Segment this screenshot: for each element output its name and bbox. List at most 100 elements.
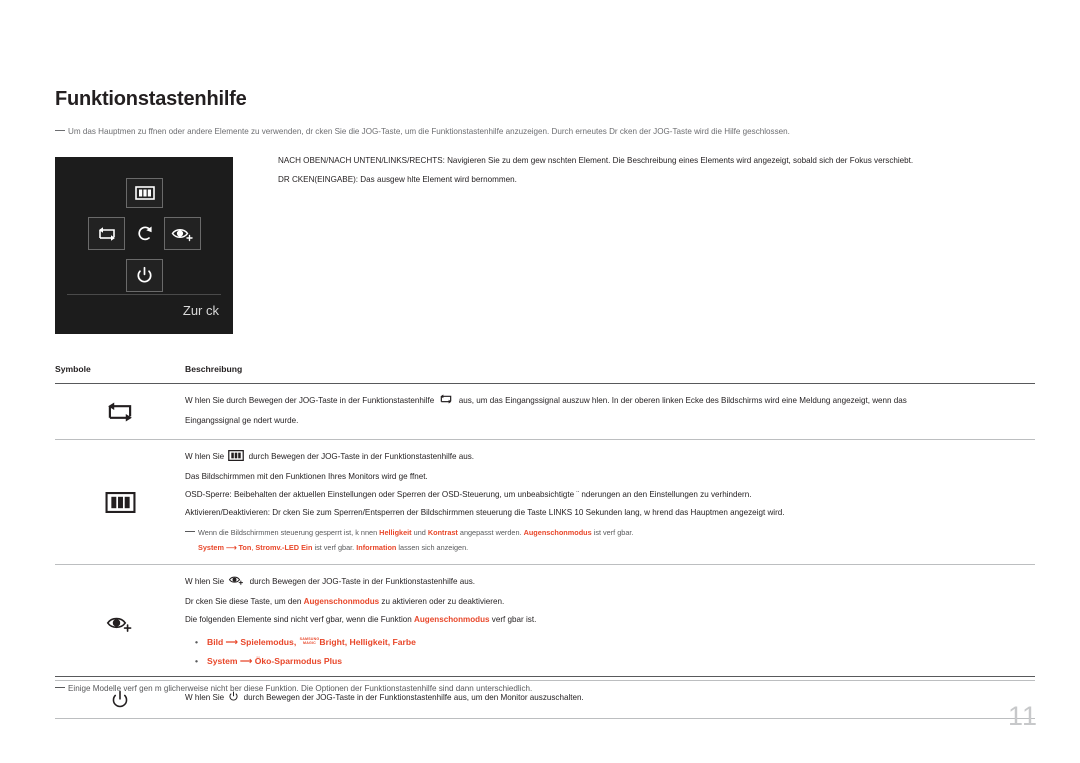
table-row: W hlen Sie durch Bewegen der JOG-Taste i… (55, 384, 1035, 439)
osd-menu-icon (126, 178, 163, 208)
table-row: W hlen Sie durch Bewegen der JOG-Taste i… (55, 565, 1035, 680)
navigation-instructions: NACH OBEN/NACH UNTEN/LINKS/RECHTS: Navig… (278, 151, 1038, 189)
text-fragment: Eingangssignal ge ndert wurde. (185, 416, 299, 425)
text-fragment: Wenn die Bildschirmmen steuerung gesperr… (198, 528, 380, 537)
bullet-item: • System ⟶ Öko-Sparmodus Plus (185, 652, 1035, 671)
lead-note-text: Um das Hauptmen zu ffnen oder andere Ele… (68, 127, 790, 136)
text-fragment: Aktivieren/Deaktivieren: Dr cken Sie zum… (185, 508, 785, 517)
highlight-term: Helligkeit (349, 637, 388, 647)
table-cell-description: W hlen Sie durch Bewegen der JOG-Taste i… (185, 440, 1035, 564)
highlight-term: Spielemodus (240, 637, 294, 647)
highlight-term: Helligkeit (379, 528, 412, 537)
table-cell-symbol (55, 384, 185, 439)
description-line: W hlen Sie durch Bewegen der JOG-Taste i… (185, 448, 1035, 468)
highlight-term: Ton (238, 543, 252, 552)
highlight-term: Augenschonmodus (303, 597, 380, 606)
footer-rule (55, 676, 1035, 677)
samsung-magic-logo: SAMSUNG MAGIC (299, 637, 320, 645)
highlight-term: Stromv.-LED Ein (255, 543, 313, 552)
table-cell-description: W hlen Sie durch Bewegen der JOG-Taste i… (185, 384, 1035, 439)
inline-note-line: Wenn die Bildschirmmen steuerung gesperr… (185, 525, 1035, 540)
text-fragment: lassen sich anzeigen. (396, 543, 469, 552)
highlight-separator: , (293, 637, 299, 647)
highlight-term: Augenschonmodus (523, 528, 592, 537)
footer-note: Einige Modelle verf gen m glicherweise n… (55, 683, 1035, 695)
inline-note-line: System ⟶ Ton, Stromv.-LED Ein ist verf g… (185, 540, 1035, 555)
table-header-description: Beschreibung (185, 364, 243, 374)
description-line: W hlen Sie durch Bewegen der JOG-Taste i… (185, 573, 1035, 593)
description-line: Die folgenden Elemente sind nicht verf g… (185, 611, 1035, 629)
eye-saver-icon (106, 613, 134, 639)
table-header-row: Symbole Beschreibung (55, 364, 1035, 383)
text-fragment: ist verf gbar. (591, 528, 634, 537)
table-cell-description: W hlen Sie durch Bewegen der JOG-Taste i… (185, 565, 1035, 680)
description-line: W hlen Sie durch Bewegen der JOG-Taste i… (185, 392, 1035, 412)
jog-key-cluster (55, 163, 233, 292)
instruction-line-enter: DR CKEN(EINGABE): Das ausgew hlte Elemen… (278, 175, 517, 184)
eye-saver-icon (228, 574, 245, 593)
table-body: W hlen Sie durch Bewegen der JOG-Taste i… (55, 384, 1035, 719)
footer-dash-icon (55, 687, 65, 688)
text-fragment: aus, um das Eingangssignal auszuw hlen. … (456, 396, 907, 405)
document-page: Funktionstastenhilfe Um das Hauptmen zu … (0, 0, 1080, 763)
bullet-item: • Bild ⟶ Spielemodus, SAMSUNG MAGIC Bright,… (185, 633, 1035, 652)
bullet-list: • Bild ⟶ Spielemodus, SAMSUNG MAGIC Bright,… (185, 633, 1035, 671)
text-fragment: verf gbar ist. (489, 615, 537, 624)
note-dash-icon (55, 130, 65, 131)
symbols-table: Symbole Beschreibung W hlen Sie durch Be… (55, 364, 1035, 719)
jog-panel-divider (67, 294, 221, 295)
input-source-icon (103, 399, 137, 430)
text-fragment: W hlen Sie (185, 452, 227, 461)
description-line: OSD-Sperre: Beibehalten der aktuellen Ei… (185, 486, 1035, 504)
description-line: Dr cken Sie diese Taste, um den Augensch… (185, 593, 1035, 611)
input-source-icon (438, 393, 454, 412)
bullet-dot-icon: • (195, 656, 199, 666)
instruction-line-navigate: NACH OBEN/NACH UNTEN/LINKS/RECHTS: Navig… (278, 156, 914, 165)
jog-back-label: Zur ck (182, 303, 219, 318)
highlight-term: Bild (207, 637, 224, 647)
highlight-term: Information (356, 543, 397, 552)
text-fragment: OSD-Sperre: Beibehalten der aktuellen Ei… (185, 490, 752, 499)
text-fragment: durch Bewegen der JOG-Taste in der Funkt… (247, 577, 476, 586)
note-dash-icon (185, 531, 195, 532)
table-cell-symbol (55, 440, 185, 564)
description-line: Eingangssignal ge ndert wurde. (185, 412, 1035, 430)
osd-menu-icon (104, 491, 136, 518)
lead-note: Um das Hauptmen zu ffnen oder andere Ele… (55, 126, 1035, 138)
highlight-term: Augenschonmodus (414, 615, 490, 624)
text-fragment: ist verf gbar. (312, 543, 357, 552)
eye-saver-icon (164, 217, 201, 250)
table-cell-symbol (55, 565, 185, 680)
text-fragment: und (411, 528, 428, 537)
highlight-term: Kontrast (427, 528, 458, 537)
input-source-icon (88, 217, 125, 250)
table-row: W hlen Sie durch Bewegen der JOG-Taste i… (55, 440, 1035, 564)
table-row-divider (55, 718, 1035, 719)
osd-menu-icon (228, 450, 245, 468)
text-fragment: angepasst werden. (457, 528, 524, 537)
page-title: Funktionstastenhilfe (55, 88, 247, 110)
text-fragment: durch Bewegen der JOG-Taste in der Funkt… (246, 452, 475, 461)
return-icon (128, 217, 161, 250)
table-header-symbols: Symbole (55, 364, 91, 374)
jog-illustration-panel: Zur ck (55, 157, 233, 334)
text-fragment: Die folgenden Elemente sind nicht verf g… (185, 615, 415, 624)
arrow-icon: ⟶ (223, 637, 241, 647)
description-line: Aktivieren/Deaktivieren: Dr cken Sie zum… (185, 504, 1035, 522)
highlight-term: System (207, 656, 238, 666)
power-icon (126, 259, 163, 292)
text-fragment: W hlen Sie (185, 577, 227, 586)
footer-note-text: Einige Modelle verf gen m glicherweise n… (68, 684, 533, 693)
page-number: 11 (1007, 701, 1038, 731)
highlight-term: Farbe (392, 637, 416, 647)
description-line: Das Bildschirmmen mit den Funktionen Ihr… (185, 468, 1035, 486)
highlight-term: System (198, 543, 224, 552)
inline-note: Wenn die Bildschirmmen steuerung gesperr… (185, 525, 1035, 555)
highlight-term: Öko-Sparmodus Plus (254, 656, 343, 666)
highlight-term: Bright (319, 637, 345, 647)
text-fragment: Das Bildschirmmen mit den Funktionen Ihr… (185, 472, 428, 481)
text-fragment: Dr cken Sie diese Taste, um den (185, 597, 304, 606)
arrow-icon: ⟶ (223, 543, 239, 552)
bullet-dot-icon: • (195, 637, 199, 647)
text-fragment: W hlen Sie durch Bewegen der JOG-Taste i… (185, 396, 437, 405)
